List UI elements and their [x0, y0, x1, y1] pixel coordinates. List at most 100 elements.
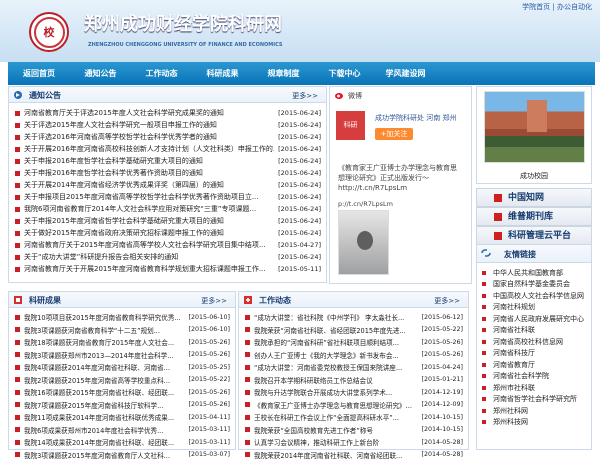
notice-item[interactable]: 关于申报项目2015年度河南省高等学校哲学社会科学优秀著作资助项目立...[20…: [15, 191, 321, 203]
work-news-item[interactable]: 创办人王广亚博士《我的大学理念》新书发布会...[2015-05-26]: [245, 349, 463, 362]
notice-item-title: 关于做好2015年度河南省政府决策研究招标课题申报工作的通知: [24, 228, 274, 238]
notice-item-date: [2015-06-24]: [278, 181, 321, 189]
friend-link[interactable]: 中华人民共和国教育部: [482, 267, 587, 279]
research-result-date: [2015-06-10]: [188, 314, 230, 321]
friend-link[interactable]: 河南省人民政府发展研究中心: [482, 313, 587, 325]
weibo-short-url[interactable]: p://t.cn/R7LpsLm: [338, 200, 393, 208]
work-news-item-title: 我院荣获“全国高校教育先进工作者”称号: [254, 425, 417, 435]
notice-item[interactable]: 关于做好2015年度河南省政府决策研究招标课题申报工作的通知[2015-06-2…: [15, 227, 321, 239]
list-bullet-icon: [15, 195, 20, 200]
weibo-message: 《教育家王广亚博士办学理念与教育思想理论研究》正式出版发行～http://t.c…: [338, 163, 462, 193]
site-subtitle: ZHENGZHOU CHENGGONG UNIVERSITY OF FINANC…: [88, 42, 282, 48]
nav-research-results[interactable]: 科研成果: [192, 62, 253, 85]
notice-item[interactable]: 关于评选2016年河南省高等学校哲学社会科学优秀学者的通知[2015-06-24…: [15, 131, 321, 143]
friend-link[interactable]: 国家自然科学基金委员会: [482, 279, 587, 291]
follow-button[interactable]: +加关注: [375, 128, 413, 140]
notice-item[interactable]: 关于申报2015年度河南省哲学社会科学基础研究重大项目的通知[2015-06-2…: [15, 215, 321, 227]
research-result-item[interactable]: 我院3项课题获郑州市2013—2014年度社会科学...[2015-05-26]: [15, 349, 230, 362]
friend-link[interactable]: 中国高校人文社会科学信息网: [482, 290, 587, 302]
work-news-item[interactable]: 王校长在科研工作会议上作“全面提高科研水平”...[2014-10-15]: [245, 411, 463, 424]
friend-link[interactable]: 河南省科技厅: [482, 348, 587, 360]
nav-downloads[interactable]: 下载中心: [314, 62, 375, 85]
notice-item[interactable]: 河南省教育厅关于评选2015年度人文社会科学研究成果奖的通知[2015-06-2…: [15, 107, 321, 119]
friend-link[interactable]: 郑州社科网: [482, 405, 587, 417]
campus-photo[interactable]: [484, 91, 585, 163]
research-result-item[interactable]: 我院10项项目获2015年度河南省教育科学研究优秀...[2015-06-10]: [15, 311, 230, 324]
work-news-item[interactable]: “成功大讲堂：省社科院《中州学刊》 李太淼社长...[2015-06-12]: [245, 311, 463, 324]
research-result-item[interactable]: 我院3项课题获2015年度河南省教育厅人文社科...[2015-03-07]: [15, 449, 230, 461]
notice-item-title: 关于评选2015年度人文社会科学研究一般项目申报工作的通知: [24, 120, 274, 130]
vip-journal-link[interactable]: 维普期刊库: [476, 207, 592, 226]
friend-link[interactable]: 郑州市社科联: [482, 382, 587, 394]
list-bullet-icon: [482, 363, 486, 367]
work-news-item-title: 我院承担的“河南省科研”省社科联项目顺利结项...: [254, 337, 417, 347]
research-cloud-platform-link[interactable]: 科研管理云平台: [476, 226, 592, 245]
list-bullet-icon: [482, 340, 486, 344]
friend-link-label: 河南省高校社科信息网: [493, 337, 563, 347]
nav-regulations[interactable]: 规章制度: [253, 62, 314, 85]
list-bullet-icon: [482, 420, 486, 424]
research-results-more-link[interactable]: 更多>>: [201, 296, 227, 306]
notice-item[interactable]: 关于申报2016年度哲学社会科学优秀著作资助项目的通知[2015-06-24]: [15, 167, 321, 179]
work-news-item[interactable]: 我院召开本学期科研联络员工作总结会议[2015-01-21]: [245, 374, 463, 387]
school-home-link[interactable]: 学院首页: [522, 3, 550, 11]
research-result-title: 我院2项课题获2015年度河南省高等学校重点科...: [24, 375, 184, 385]
work-news-item[interactable]: “成功大讲堂：河南省委党校教授王保国来院讲座...[2015-04-24]: [245, 361, 463, 374]
nav-notices[interactable]: 通知公告: [70, 62, 131, 85]
nav-study-style[interactable]: 学风建设网: [375, 62, 436, 85]
notice-item[interactable]: 关于开展2014年度河南省经济学优秀成果评奖（第四届）的通知[2015-06-2…: [15, 179, 321, 191]
weibo-photo[interactable]: [338, 210, 389, 275]
list-bullet-icon: [15, 159, 20, 164]
notice-item[interactable]: 河南省教育厅关于2015年度河南省高等学校人文社会科学研究项目集中结项...[2…: [15, 239, 321, 251]
research-result-item[interactable]: 我院6项成果获郑州市2014年度社会科学优秀...[2015-03-11]: [15, 424, 230, 437]
list-bullet-icon: [15, 377, 20, 382]
notice-item[interactable]: 关于开展2016年度河南省高校科技创新人才支持计划（人文社科类）申报工作的...…: [15, 143, 321, 155]
research-result-item[interactable]: 我院14项成果获2014年度河南省社科联、经团联...[2015-03-11]: [15, 436, 230, 449]
notice-more-link[interactable]: 更多>>: [292, 91, 318, 101]
list-bullet-icon: [245, 402, 250, 407]
research-result-item[interactable]: 我院3项课题获河南省教育科学“十二五”规划... [2015-06-10]: [15, 324, 230, 337]
friend-link[interactable]: 河南社科规划: [482, 302, 587, 314]
friend-link[interactable]: 郑州科技网: [482, 417, 587, 429]
list-bullet-icon: [15, 415, 20, 420]
work-news-item[interactable]: 我院与升达学院联合开展成功大讲堂系列学术...[2014-12-19]: [245, 386, 463, 399]
notice-item[interactable]: 关于申报2016年度哲学社会科学基础研究重大项目的通知[2015-06-24]: [15, 155, 321, 167]
research-result-item[interactable]: 我院11项成果获2014年度河南省社科联优秀成果...[2015-04-11]: [15, 411, 230, 424]
friend-link[interactable]: 河南省哲学社会科学研究所: [482, 394, 587, 406]
weibo-account-link[interactable]: 成功学院科研处 河南 郑州: [375, 113, 456, 123]
friend-link[interactable]: 河南省社会科学院: [482, 371, 587, 383]
notice-item-date: [2015-04-27]: [278, 241, 321, 249]
friend-link-label: 郑州社科网: [493, 406, 528, 416]
weibo-avatar[interactable]: 科研: [336, 111, 365, 140]
friend-link[interactable]: 河南省教育厅: [482, 359, 587, 371]
office-automation-link[interactable]: 办公自动化: [557, 3, 592, 11]
research-result-item[interactable]: 我院2项课题获2015年度河南省高等学校重点科...[2015-05-22]: [15, 374, 230, 387]
weibo-panel: 微博 科研 成功学院科研处 河南 郑州 +加关注 《教育家王广亚博士办学理念与教…: [329, 86, 472, 284]
work-news-item[interactable]: 我院承担的“河南省科研”省社科联项目顺利结项...[2015-05-26]: [245, 336, 463, 349]
work-news-item[interactable]: 《教育家王广亚博士办学理念与教育思想理论研究》...[2014-12-09]: [245, 399, 463, 412]
nav-home[interactable]: 返回首页: [8, 62, 70, 85]
work-news-item-date: [2015-06-12]: [421, 314, 463, 321]
research-result-item[interactable]: 我院18项课题获河南省教育厅2015年度人文社会...[2015-05-26]: [15, 336, 230, 349]
research-result-date: [2015-06-10]: [188, 326, 230, 333]
notice-item[interactable]: 关于“成功大讲堂”科研提升报告会相关安排的通知[2015-06-24]: [15, 251, 321, 263]
cnki-link[interactable]: 中国知网: [476, 188, 592, 207]
friend-link[interactable]: 河南省社科联: [482, 325, 587, 337]
work-news-item[interactable]: 认真学习会议精神，推动科研工作上新台阶[2014-05-28]: [245, 436, 463, 449]
notice-item[interactable]: 河南省教育厅关于开展2015年度河南省教育科学规划重大招标课题申报工作...[2…: [15, 263, 321, 275]
research-result-item[interactable]: 我院16项课题获2015年度河南省社科联、经团联...[2015-05-26]: [15, 386, 230, 399]
work-news-item[interactable]: 我院荣获“全国高校教育先进工作者”称号[2014-10-15]: [245, 424, 463, 437]
work-news-item[interactable]: 我院荣获2014年度河南省社科联、河南省经团联...[2014-05-28]: [245, 449, 463, 461]
friend-link[interactable]: 河南省高校社科信息网: [482, 336, 587, 348]
work-news-item[interactable]: 我院荣获“河南省社科联、省经团联2015年度先进...[2015-05-22]: [245, 324, 463, 337]
notice-item[interactable]: 关于评选2015年度人文社会科学研究一般项目申报工作的通知[2015-06-24…: [15, 119, 321, 131]
work-news-more-link[interactable]: 更多>>: [434, 296, 460, 306]
list-bullet-icon: [15, 402, 20, 407]
research-result-item[interactable]: 我院7项课题获2015年度河南省科技厅软科学...[2015-05-26]: [15, 399, 230, 412]
research-result-item[interactable]: 我院4项课题获2014年度河南省社科联、河南省...[2015-05-25]: [15, 361, 230, 374]
nav-work-news[interactable]: 工作动态: [131, 62, 192, 85]
notice-item[interactable]: 我院6项河南省教育厅2014年人文社会科学应用对策研究“三重”专项课题...[2…: [15, 203, 321, 215]
research-result-title: 我院3项课题获河南省教育科学“十二五”规划...: [24, 325, 184, 335]
notice-item-title: 关于申报项目2015年度河南省高等学校哲学社会科学优秀著作资助项目立...: [24, 192, 274, 202]
notice-item-title: 关于申报2015年度河南省哲学社会科学基础研究重大项目的通知: [24, 216, 274, 226]
